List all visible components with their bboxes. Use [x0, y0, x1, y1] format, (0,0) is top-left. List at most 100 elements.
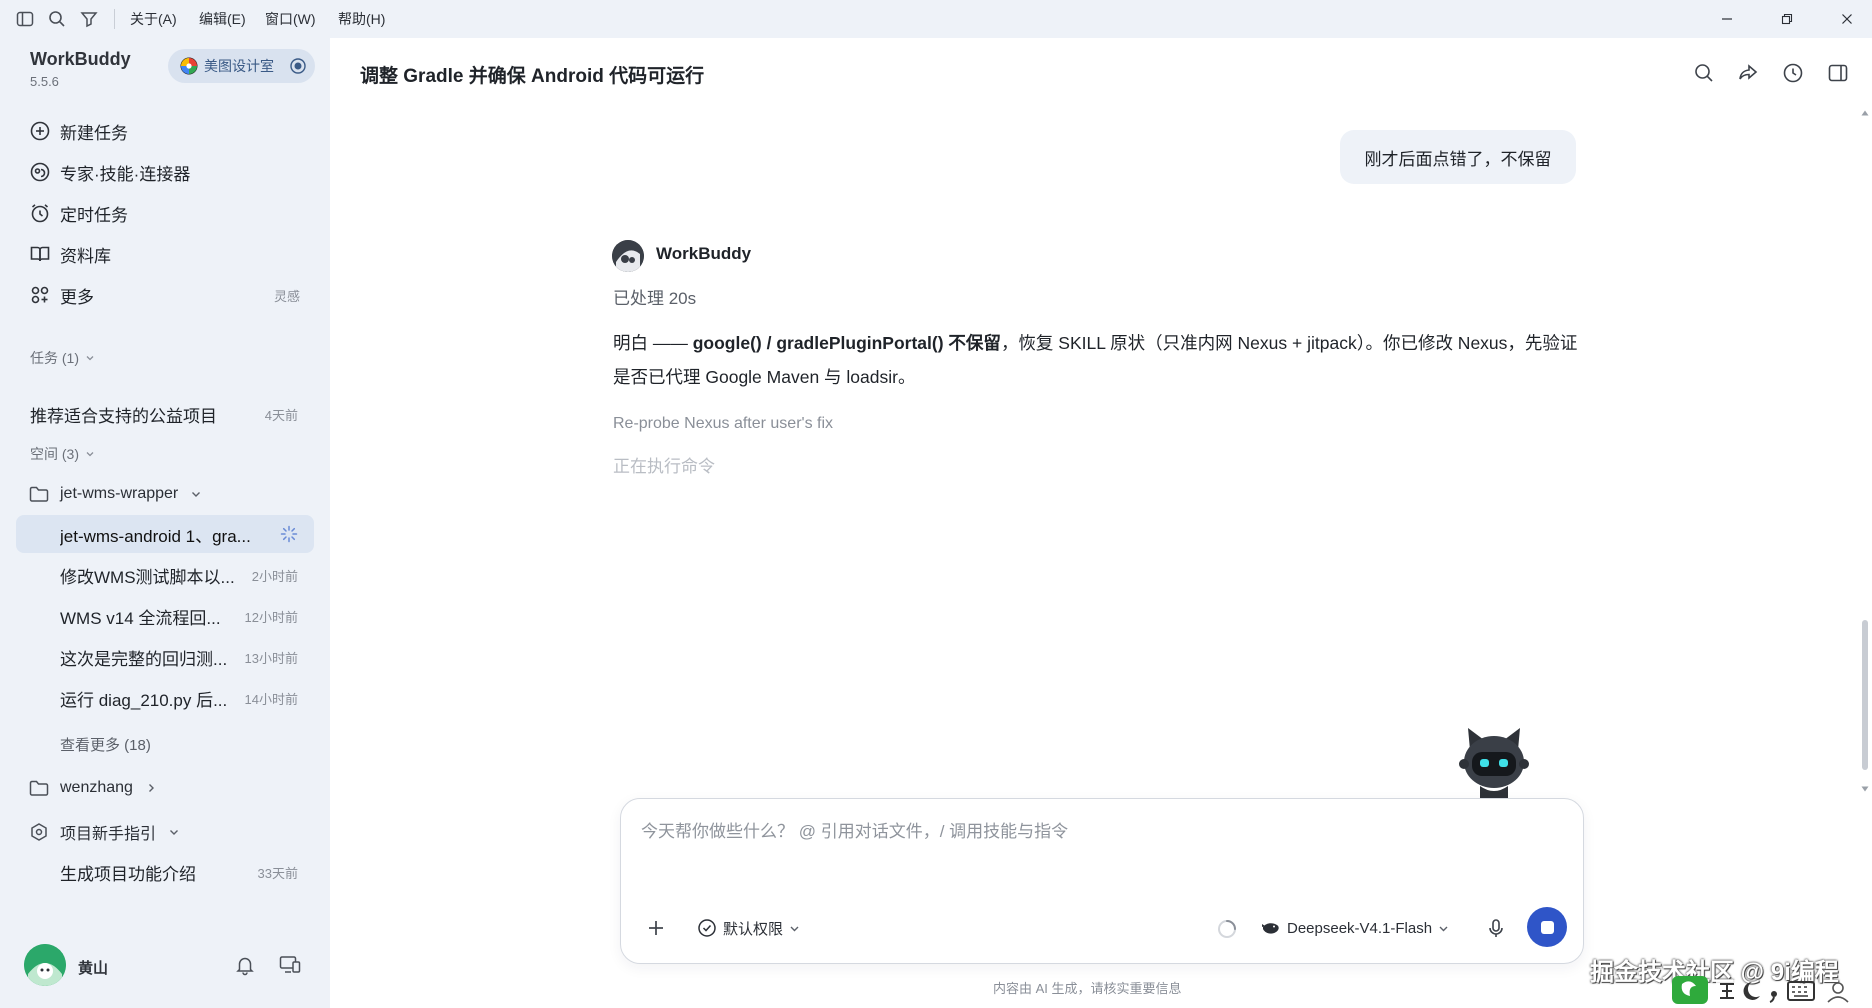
- microphone-icon[interactable]: [1485, 917, 1507, 939]
- loading-sparkle-icon: [280, 525, 298, 543]
- robot-mascot[interactable]: [1454, 724, 1534, 800]
- panel-toggle-icon[interactable]: [1826, 61, 1850, 85]
- tasks-section-header[interactable]: 任务 (1): [30, 348, 95, 368]
- menu-window[interactable]: 窗口(W): [265, 9, 316, 29]
- add-attachment-icon[interactable]: [645, 917, 667, 939]
- scroll-down-arrow-icon[interactable]: [1861, 786, 1869, 792]
- folder-icon: [28, 483, 50, 505]
- chevron-down-icon: [789, 923, 800, 934]
- nav-scheduled[interactable]: 定时任务: [28, 198, 318, 228]
- menu-about[interactable]: 关于(A): [130, 9, 177, 29]
- space-wenzhang[interactable]: wenzhang: [28, 774, 157, 802]
- conversation-title: WMS v14 全流程回...: [60, 608, 221, 628]
- permission-select[interactable]: 默认权限: [697, 917, 800, 939]
- loading-spinner-icon: [1216, 918, 1238, 940]
- nav-new-task-label: 新建任务: [60, 123, 128, 143]
- organization-chip[interactable]: 美图设计室: [168, 49, 315, 83]
- space-name: jet-wms-wrapper: [60, 485, 179, 502]
- conversation-title: 生成项目功能介绍: [60, 864, 196, 884]
- model-name: Deepseek-V4.1-Flash: [1287, 919, 1433, 937]
- restore-icon[interactable]: [1776, 8, 1798, 30]
- conversation-item[interactable]: 生成项目功能介绍 33天前: [16, 853, 314, 891]
- nav-more-note: 灵感: [273, 288, 300, 304]
- ime-toolbar[interactable]: [1670, 970, 1870, 1006]
- menu-help[interactable]: 帮助(H): [338, 9, 385, 29]
- filter-icon[interactable]: [78, 8, 100, 30]
- menu-edit[interactable]: 编辑(E): [199, 9, 246, 29]
- deepseek-whale-icon: [1261, 918, 1281, 938]
- devices-icon[interactable]: [278, 954, 302, 976]
- conversation-time: 14小时前: [244, 691, 298, 707]
- conversation-time: 33天前: [257, 865, 298, 881]
- nav-new-task[interactable]: 新建任务: [28, 116, 318, 146]
- nav-experts[interactable]: 专家·技能·连接器: [28, 157, 318, 187]
- permission-label: 默认权限: [723, 920, 784, 938]
- model-select[interactable]: Deepseek-V4.1-Flash: [1261, 917, 1449, 939]
- chevron-down-icon: [1438, 923, 1449, 934]
- bell-icon[interactable]: [234, 954, 256, 976]
- conversation-time: 12小时前: [244, 609, 298, 625]
- sidebar: WorkBuddy 5.5.6 美图设计室 新建任务 专家·技能·连接器 定时任…: [0, 38, 330, 1008]
- see-more-link[interactable]: 查看更多 (18): [60, 734, 151, 755]
- ai-disclaimer: 内容由 AI 生成，请核实重要信息: [993, 981, 1182, 996]
- spaces-section-header[interactable]: 空间 (3): [30, 444, 95, 464]
- task-item[interactable]: 推荐适合支持的公益项目 4天前: [16, 395, 314, 433]
- share-icon[interactable]: [1736, 61, 1760, 85]
- history-icon[interactable]: [1781, 61, 1805, 85]
- scroll-up-arrow-icon[interactable]: [1861, 110, 1869, 116]
- nav-library-label: 资料库: [60, 246, 111, 266]
- scrollbar-thumb[interactable]: [1862, 620, 1868, 770]
- app-version: 5.5.6: [30, 74, 59, 89]
- reply-bold-part: google() / gradlePluginPortal() 不保留: [692, 333, 1001, 353]
- assistant-reply: 明白 —— google() / gradlePluginPortal() 不保…: [613, 326, 1578, 394]
- nav-more[interactable]: 更多 灵感: [28, 280, 318, 310]
- conversation-item[interactable]: 运行 diag_210.py 后... 14小时前: [16, 679, 314, 717]
- chevron-down-icon: [85, 449, 95, 459]
- conversation-item[interactable]: 修改WMS测试脚本以... 2小时前: [16, 556, 314, 594]
- reply-text-part: 明白 ——: [613, 333, 693, 353]
- search-icon[interactable]: [46, 8, 68, 30]
- bot-avatar: [612, 240, 644, 272]
- nav-library[interactable]: 资料库: [28, 239, 318, 269]
- sidebar-toggle-icon[interactable]: [14, 8, 36, 30]
- conversation-title: 这次是完整的回归测...: [60, 649, 228, 669]
- conversation-title: 运行 diag_210.py 后...: [60, 690, 228, 710]
- bot-name: WorkBuddy: [656, 244, 752, 263]
- space-name: wenzhang: [60, 779, 133, 796]
- task-item-title: 推荐适合支持的公益项目: [30, 406, 217, 426]
- org-name: 美图设计室: [204, 58, 274, 74]
- book-icon: [28, 242, 52, 266]
- minimize-icon[interactable]: [1716, 8, 1738, 30]
- task-item-time: 4天前: [264, 407, 298, 423]
- folder-icon: [28, 777, 50, 799]
- space-name: 项目新手指引: [60, 826, 157, 843]
- processing-time[interactable]: 已处理 20s: [613, 284, 696, 309]
- org-logo-icon: [180, 57, 198, 75]
- chevron-down-icon: [168, 826, 180, 838]
- chat-composer: 今天帮你做些什么？ @ 引用对话文件，/ 调用技能与指令 默认权限 Deepse…: [620, 798, 1584, 964]
- space-onboarding[interactable]: 项目新手指引: [28, 818, 180, 846]
- avatar[interactable]: [24, 944, 66, 986]
- conversation-time: 2小时前: [251, 568, 298, 584]
- stop-generation-button[interactable]: [1527, 907, 1567, 947]
- nav-scheduled-label: 定时任务: [60, 205, 128, 225]
- conversation-title: jet-wms-android 1、gra...: [60, 526, 251, 546]
- experts-icon: [28, 160, 52, 184]
- space-jet-wms-wrapper[interactable]: jet-wms-wrapper: [28, 480, 202, 508]
- page-title: 调整 Gradle 并确保 Android 代码可运行: [360, 66, 705, 87]
- close-icon[interactable]: [1836, 8, 1858, 30]
- chevron-down-icon: [85, 353, 95, 363]
- chevron-right-icon: [145, 782, 157, 794]
- message-input[interactable]: 今天帮你做些什么？ @ 引用对话文件，/ 调用技能与指令: [641, 817, 1068, 842]
- search-icon[interactable]: [1692, 61, 1716, 85]
- nav-more-label: 更多: [60, 287, 94, 307]
- user-message-bubble: 刚才后面点错了，不保留: [1340, 130, 1576, 184]
- conversation-item[interactable]: WMS v14 全流程回... 12小时前: [16, 597, 314, 635]
- conversation-item-active[interactable]: jet-wms-android 1、gra...: [16, 515, 314, 553]
- apps-icon: [28, 283, 52, 307]
- org-switch-icon[interactable]: [289, 57, 307, 75]
- spaces-section-label: 空间 (3): [30, 446, 79, 462]
- conversation-time: 13小时前: [244, 650, 298, 666]
- conversation-item[interactable]: 这次是完整的回归测... 13小时前: [16, 638, 314, 676]
- plus-circle-icon: [28, 119, 52, 143]
